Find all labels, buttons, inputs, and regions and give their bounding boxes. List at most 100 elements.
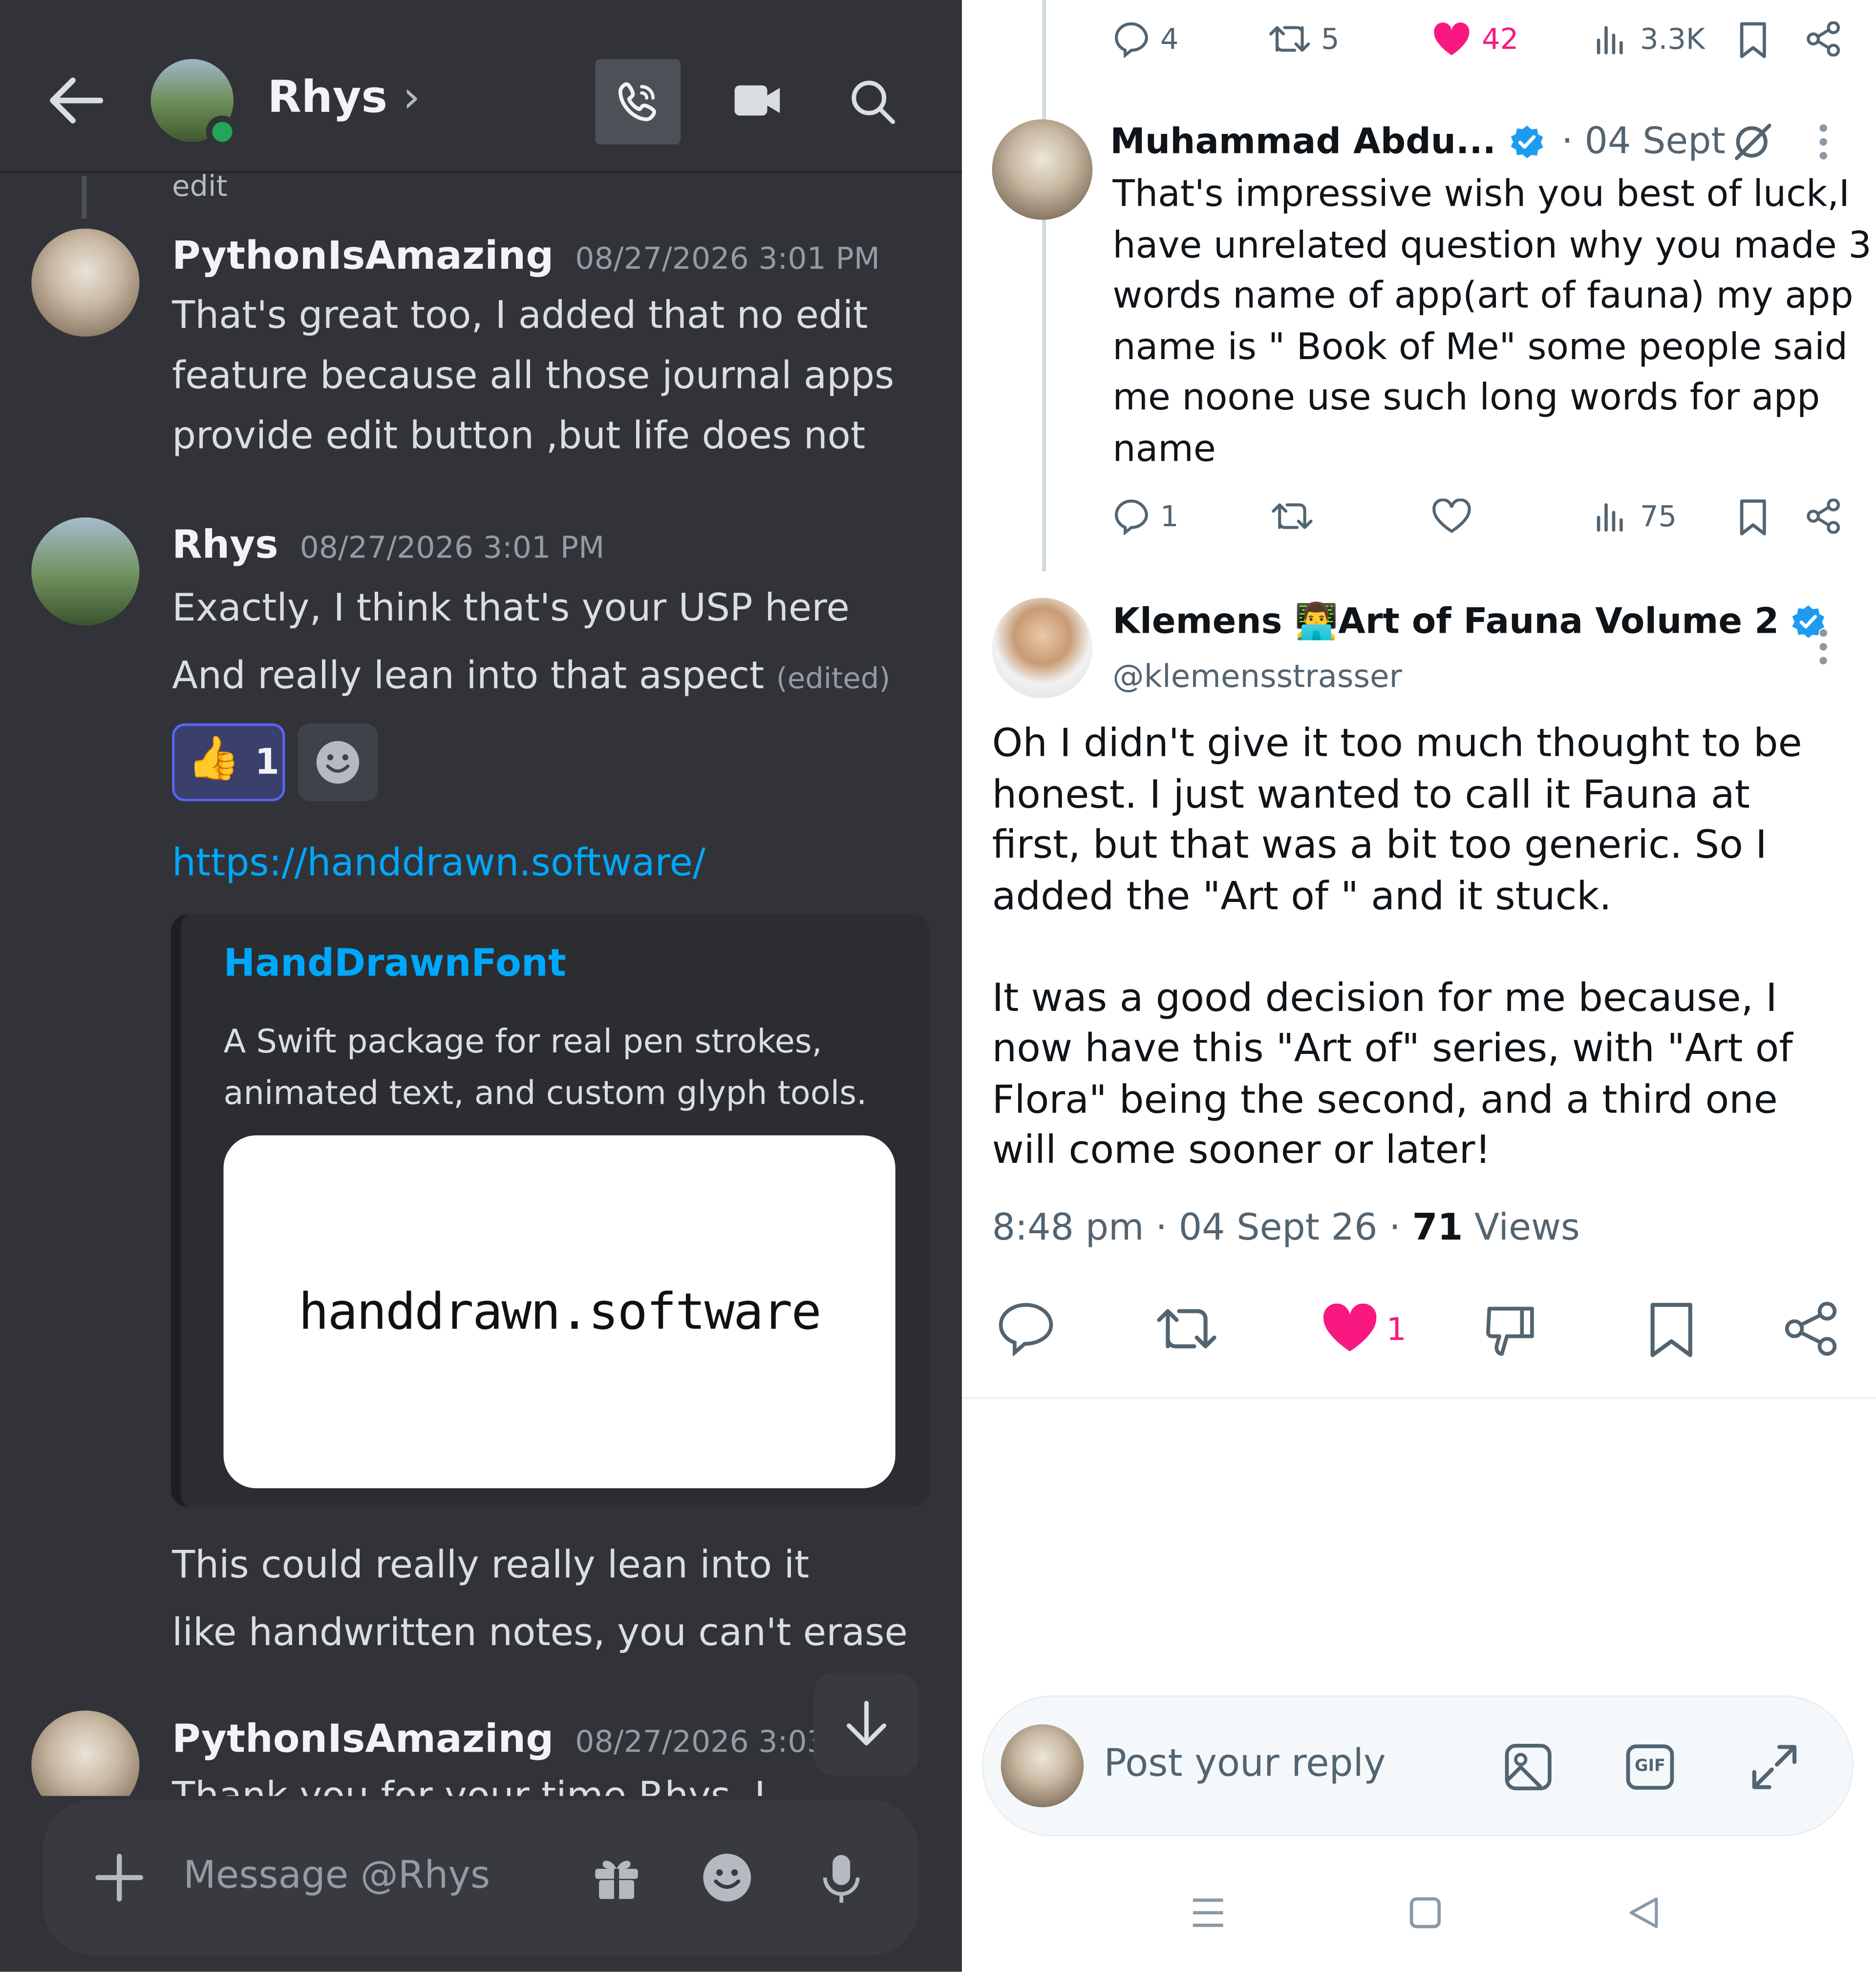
tweet-line: will come sooner or later! [992,1128,1491,1173]
gif-label: GIF [1635,1757,1665,1776]
back-arrow-icon[interactable] [48,75,103,126]
main-author-handle[interactable]: @klemensstrasser [1112,658,1402,695]
like-count: 42 [1482,23,1519,57]
dislike-icon[interactable] [1484,1304,1537,1359]
main-author-name[interactable]: Klemens 👨‍💻Art of Fauna Volume 2 [1112,600,1779,642]
views-icon[interactable] [1595,22,1627,55]
dm-username[interactable]: Rhys › [267,73,420,123]
reply-text: That's impressive wish you best of luck,… [1112,168,1871,473]
message-composer[interactable]: Message @Rhys [43,1800,919,1956]
jump-to-latest-button[interactable] [813,1672,919,1776]
heart-icon[interactable] [1431,498,1471,534]
microphone-icon[interactable] [821,1852,861,1905]
tweet-time[interactable]: 8:48 pm · 04 Sept 26 · [992,1206,1412,1248]
message-author[interactable]: PythonIsAmazing [172,234,554,279]
repost-icon[interactable] [1155,1304,1218,1354]
message-line: like handwritten notes, you can't erase [172,1611,908,1655]
reply-author-name[interactable]: Muhammad Abdu... [1110,121,1496,162]
message-timestamp: 08/27/2026 3:01 PM [299,530,605,565]
reply-line: words name of app(art of fauna) my app [1112,274,1854,317]
repost-icon[interactable] [1271,500,1313,533]
tweet-views-label: Views [1463,1205,1580,1248]
tweet-line: Oh I didn't give it too much thought to … [992,721,1802,766]
embed-image[interactable]: handdrawn.software [223,1135,895,1488]
reply-header: Muhammad Abdu... · 04 Sept [1110,119,1726,162]
more-options-icon[interactable] [1818,628,1829,665]
x-pane: 4 5 42 3.3K Muhammad Abdu... · 04 Sept T… [961,0,1876,1972]
current-user-avatar [1001,1724,1084,1807]
reply-thread-line [82,175,87,219]
views-count: 75 [1640,501,1677,534]
tweet-views-count: 71 [1412,1205,1463,1248]
bookmark-icon[interactable] [1738,498,1768,536]
gif-button[interactable]: GIF [1626,1744,1674,1790]
author-avatar[interactable] [31,517,140,626]
message-line: This could really really lean into it [172,1543,810,1587]
heart-filled-icon[interactable] [1431,21,1471,57]
tweet-metadata: 8:48 pm · 04 Sept 26 · 71 Views [992,1206,1580,1248]
phone-icon [618,82,657,122]
embed-description: A Swift package for real pen strokes, an… [224,1017,902,1120]
home-icon[interactable] [1409,1896,1442,1929]
main-author-avatar[interactable] [992,598,1093,699]
message-line: That's great too, I added that no edit [172,294,868,338]
main-tweet-actions: 1 [962,1294,1876,1369]
message-header: PythonIsAmazing 08/27/2026 3:01 PM [172,234,880,279]
reply-input[interactable]: Post your reply [1104,1742,1386,1786]
back-icon[interactable] [1627,1896,1660,1929]
share-icon[interactable] [1806,21,1841,57]
reply-line: name is " Book of Me" some people said [1112,324,1848,367]
reaction-count: 1 [255,741,279,783]
message-input[interactable]: Message @Rhys [183,1854,490,1898]
message-timestamp: 08/27/2026 3:01 PM [575,241,880,277]
reply-icon[interactable] [997,1301,1055,1357]
grok-icon[interactable] [1730,121,1773,163]
arrow-down-icon [847,1700,887,1746]
tweet-line: honest. I just wanted to call it Fauna a… [992,772,1750,817]
reply-date: · 04 Sept [1561,119,1726,162]
previous-message-fragment: edit [172,171,228,204]
embed-title[interactable]: HandDrawnFont [224,942,566,986]
system-nav-bar [962,1859,1876,1972]
main-author-line: Klemens 👨‍💻Art of Fauna Volume 2 [1112,600,1825,642]
message-line: provide edit button ,but life does not [172,414,866,459]
reply-author-avatar[interactable] [992,119,1093,220]
tweet-line: first, but that was a bit too generic. S… [992,822,1767,868]
gift-icon[interactable] [593,1854,640,1902]
search-icon[interactable] [849,78,897,126]
bookmark-icon[interactable] [1647,1301,1695,1359]
views-icon[interactable] [1595,500,1627,533]
message-line: And really lean into that aspect [172,654,765,699]
verified-badge-icon [1511,126,1544,158]
thumbs-up-icon: 👍 [187,733,240,784]
message-header: PythonIsAmazing 08/27/2026 3:03 PM [172,1717,880,1762]
author-avatar[interactable] [31,228,140,337]
recent-apps-icon[interactable] [1191,1896,1226,1929]
add-reaction-button[interactable] [298,723,378,801]
reaction-thumbs-up[interactable]: 👍 1 [172,723,285,801]
reply-icon[interactable] [1112,20,1150,58]
message-body: This could really really lean into it li… [172,1532,908,1668]
views-count: 3.3K [1640,23,1705,57]
video-call-icon[interactable] [733,81,781,121]
emoji-icon[interactable] [702,1852,752,1903]
message-author[interactable]: PythonIsAmazing [172,1717,554,1762]
tweet-line: Flora" being the second, and a third one [992,1077,1778,1122]
message-body: That's great too, I added that no edit f… [172,286,894,467]
image-upload-icon[interactable] [1503,1742,1554,1792]
plus-icon[interactable] [95,1853,144,1902]
share-icon[interactable] [1783,1301,1838,1356]
voice-call-button[interactable] [595,59,681,145]
repost-icon[interactable] [1268,22,1311,55]
message-author[interactable]: Rhys [172,522,278,568]
heart-filled-icon[interactable] [1321,1304,1379,1354]
share-icon[interactable] [1806,498,1841,534]
expand-icon[interactable] [1749,1742,1800,1792]
reply-composer[interactable]: Post your reply GIF [982,1695,1854,1836]
reply-line: name [1112,426,1216,470]
message-link[interactable]: https://handdrawn.software/ [172,841,705,885]
link-embed[interactable]: HandDrawnFont A Swift package for real p… [171,914,930,1507]
more-options-icon[interactable] [1818,123,1829,161]
bookmark-icon[interactable] [1738,21,1768,59]
reply-icon[interactable] [1112,497,1150,535]
